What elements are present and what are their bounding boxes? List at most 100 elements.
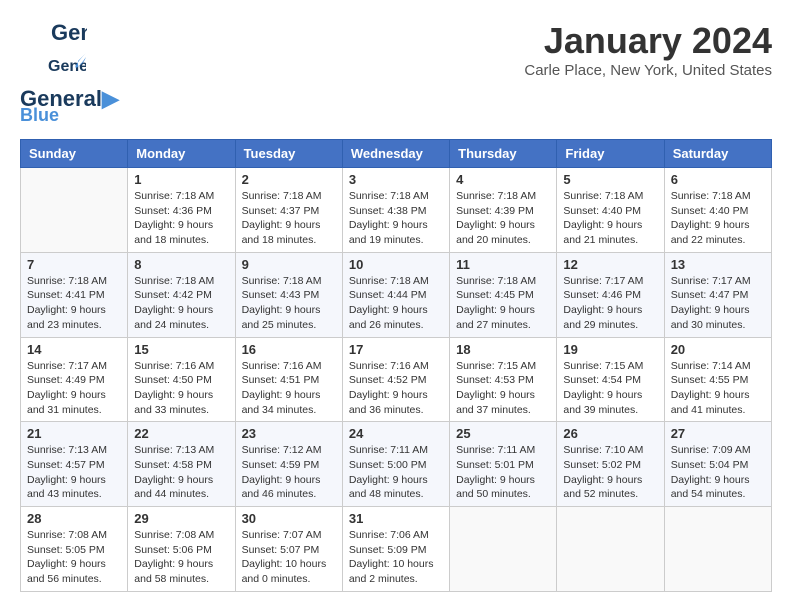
day-info: Sunrise: 7:18 AMSunset: 4:38 PMDaylight:…	[349, 189, 443, 248]
day-number: 14	[27, 342, 121, 357]
day-number: 21	[27, 426, 121, 441]
day-number: 9	[242, 257, 336, 272]
day-number: 20	[671, 342, 765, 357]
sunrise: Sunrise: 7:11 AM	[456, 444, 535, 456]
day-number: 24	[349, 426, 443, 441]
sunset: Sunset: 5:09 PM	[349, 544, 427, 556]
sunset: Sunset: 5:06 PM	[134, 544, 212, 556]
sunset: Sunset: 4:43 PM	[242, 289, 320, 301]
week-row-2: 7Sunrise: 7:18 AMSunset: 4:41 PMDaylight…	[21, 252, 772, 337]
day-number: 4	[456, 172, 550, 187]
sunset: Sunset: 4:46 PM	[563, 289, 641, 301]
day-info: Sunrise: 7:18 AMSunset: 4:42 PMDaylight:…	[134, 274, 228, 333]
calendar-cell: 6Sunrise: 7:18 AMSunset: 4:40 PMDaylight…	[664, 168, 771, 253]
calendar-cell: 7Sunrise: 7:18 AMSunset: 4:41 PMDaylight…	[21, 252, 128, 337]
day-number: 18	[456, 342, 550, 357]
sunset: Sunset: 4:57 PM	[27, 459, 105, 471]
sunrise: Sunrise: 7:13 AM	[134, 444, 214, 456]
daylight: Daylight: 9 hours and 24 minutes.	[134, 304, 213, 331]
daylight: Daylight: 9 hours and 22 minutes.	[671, 219, 750, 246]
day-info: Sunrise: 7:17 AMSunset: 4:47 PMDaylight:…	[671, 274, 765, 333]
sunrise: Sunrise: 7:16 AM	[349, 360, 429, 372]
daylight: Daylight: 9 hours and 43 minutes.	[27, 474, 106, 501]
daylight: Daylight: 9 hours and 54 minutes.	[671, 474, 750, 501]
calendar-cell: 19Sunrise: 7:15 AMSunset: 4:54 PMDayligh…	[557, 337, 664, 422]
month-title: January 2024	[524, 20, 772, 62]
calendar-cell: 11 Sunrise: 7:18 AM Sunset: 4:45 PM Dayligh…	[450, 252, 557, 337]
weekday-header-tuesday: Tuesday	[235, 140, 342, 168]
daylight: Daylight: 9 hours and 20 minutes.	[456, 219, 535, 246]
week-row-4: 21 Sunrise: 7:13 AM Sunset: 4:57 PM Dayligh…	[21, 422, 772, 507]
sunrise: Sunrise: 7:18 AM	[134, 275, 214, 287]
day-number: 23	[242, 426, 336, 441]
day-number: 25	[456, 426, 550, 441]
sunrise: Sunrise: 7:18 AM	[27, 275, 107, 287]
calendar-cell	[450, 507, 557, 592]
day-info: Sunrise: 7:17 AMSunset: 4:49 PMDaylight:…	[27, 359, 121, 418]
page-header: General General General▶ Blue January 20…	[20, 20, 772, 129]
week-row-3: 14 Sunrise: 7:17 AMSunset: 4:49 PMDayligh…	[21, 337, 772, 422]
day-number: 19	[563, 342, 657, 357]
day-info: Sunrise: 7:18 AM Sunset: 4:45 PM Daylight:…	[456, 274, 550, 333]
calendar-cell: 29Sunrise: 7:08 AMSunset: 5:06 PMDayligh…	[128, 507, 235, 592]
calendar-cell: 13 Sunrise: 7:17 AMSunset: 4:47 PMDayligh…	[664, 252, 771, 337]
day-info: Sunrise: 7:15 AMSunset: 4:53 PMDaylight:…	[456, 359, 550, 418]
calendar-cell: 16Sunrise: 7:16 AMSunset: 4:51 PMDayligh…	[235, 337, 342, 422]
calendar-cell: 15Sunrise: 7:16 AMSunset: 4:50 PMDayligh…	[128, 337, 235, 422]
sunset: Sunset: 4:49 PM	[27, 374, 105, 386]
sunrise: Sunrise: 7:14 AM	[671, 360, 751, 372]
svg-text:General: General	[51, 20, 87, 45]
calendar-cell	[664, 507, 771, 592]
sunrise: Sunrise: 7:08 AM	[134, 529, 214, 541]
sunset: Sunset: 4:58 PM	[134, 459, 212, 471]
weekday-header-monday: Monday	[128, 140, 235, 168]
daylight: Daylight: 10 hours and 2 minutes.	[349, 558, 434, 585]
calendar-cell: 26Sunrise: 7:10 AMSunset: 5:02 PMDayligh…	[557, 422, 664, 507]
calendar-cell: 4 Sunrise: 7:18 AMSunset: 4:39 PMDaylight…	[450, 168, 557, 253]
daylight: Daylight: 9 hours and 25 minutes.	[242, 304, 321, 331]
sunrise: Sunrise: 7:07 AM	[242, 529, 322, 541]
day-number: 22	[134, 426, 228, 441]
calendar-cell	[557, 507, 664, 592]
day-info: Sunrise: 7:08 AMSunset: 5:05 PMDaylight:…	[27, 528, 121, 587]
daylight: Daylight: 9 hours and 39 minutes.	[563, 389, 642, 416]
sunset: Sunset: 4:44 PM	[349, 289, 427, 301]
calendar-cell: 23Sunrise: 7:12 AMSunset: 4:59 PMDayligh…	[235, 422, 342, 507]
week-row-5: 28Sunrise: 7:08 AMSunset: 5:05 PMDayligh…	[21, 507, 772, 592]
day-info: Sunrise: 7:11 AMSunset: 5:00 PMDaylight:…	[349, 443, 443, 502]
daylight: Daylight: 9 hours and 37 minutes.	[456, 389, 535, 416]
calendar-cell: 9 Sunrise: 7:18 AM Sunset: 4:43 PM Daylight…	[235, 252, 342, 337]
weekday-header-wednesday: Wednesday	[342, 140, 449, 168]
sunset: Sunset: 4:45 PM	[456, 289, 534, 301]
weekday-header-row: SundayMondayTuesdayWednesdayThursdayFrid…	[21, 140, 772, 168]
location: Carle Place, New York, United States	[524, 62, 772, 79]
daylight: Daylight: 9 hours and 58 minutes.	[134, 558, 213, 585]
daylight: Daylight: 9 hours and 18 minutes.	[242, 219, 321, 246]
logo-icon: General	[51, 20, 87, 53]
daylight: Daylight: 9 hours and 27 minutes.	[456, 304, 535, 331]
sunrise: Sunrise: 7:09 AM	[671, 444, 751, 456]
sunrise: Sunrise: 7:11 AM	[349, 444, 428, 456]
sunset: Sunset: 4:41 PM	[27, 289, 105, 301]
day-number: 8	[134, 257, 228, 272]
day-info: Sunrise: 7:09 AMSunset: 5:04 PMDaylight:…	[671, 443, 765, 502]
daylight: Daylight: 9 hours and 21 minutes.	[563, 219, 642, 246]
sunset: Sunset: 4:36 PM	[134, 205, 212, 217]
daylight: Daylight: 9 hours and 50 minutes.	[456, 474, 535, 501]
calendar-cell: 5Sunrise: 7:18 AMSunset: 4:40 PMDaylight…	[557, 168, 664, 253]
calendar-cell: 12Sunrise: 7:17 AMSunset: 4:46 PMDayligh…	[557, 252, 664, 337]
day-number: 13	[671, 257, 765, 272]
sunset: Sunset: 4:40 PM	[563, 205, 641, 217]
weekday-header-sunday: Sunday	[21, 140, 128, 168]
day-info: Sunrise: 7:18 AM Sunset: 4:43 PM Daylight:…	[242, 274, 336, 333]
day-info: Sunrise: 7:08 AM Sunset: 5:06 PM Daylight:…	[134, 528, 228, 587]
calendar-cell: 18 Sunrise: 7:15 AMSunset: 4:53 PMDayligh…	[450, 337, 557, 422]
day-info: Sunrise: 7:18 AMSunset: 4:39 PMDaylight:…	[456, 189, 550, 248]
sunrise: Sunrise: 7:18 AM	[456, 275, 536, 287]
day-number: 11	[456, 257, 550, 272]
daylight: Daylight: 9 hours and 30 minutes.	[671, 304, 750, 331]
sunrise: Sunrise: 7:18 AM	[349, 275, 429, 287]
day-info: Sunrise: 7:18 AMSunset: 4:36 PMDaylight:…	[134, 189, 228, 248]
sunrise: Sunrise: 7:18 AM	[242, 275, 322, 287]
day-number: 17	[349, 342, 443, 357]
